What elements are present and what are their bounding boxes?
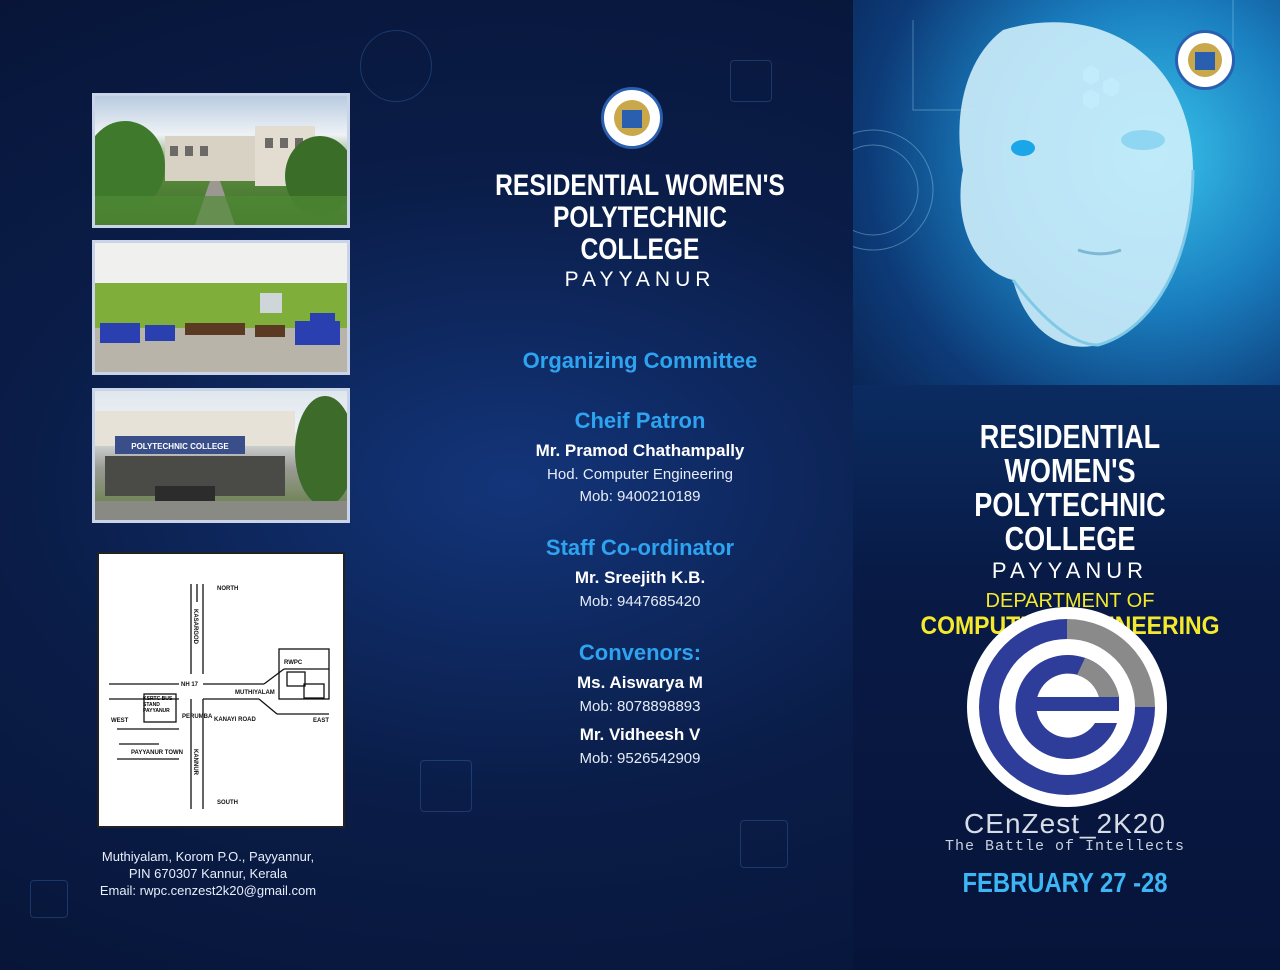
committee-section: Organizing Committee Cheif Patron Mr. Pr… — [460, 348, 820, 767]
dte-emblem-icon — [601, 87, 663, 149]
map-label-north: NORTH — [217, 586, 238, 592]
location-map: NORTH SOUTH EAST WEST KASARGOD KANNUR NH… — [97, 552, 345, 828]
map-label-south: SOUTH — [217, 800, 238, 806]
photo-campus — [92, 93, 350, 228]
map-label-rwpc: RWPC — [284, 660, 303, 666]
patron-role: Hod. Computer Engineering — [547, 466, 733, 483]
map-label-payyanur-town: PAYYANUR TOWN — [131, 750, 183, 756]
photo-signboard: POLYTECHNIC COLLEGE — [131, 442, 229, 451]
address-email: Email: rwpc.cenzest2k20@gmail.com — [99, 883, 317, 898]
staff-mobile: Mob: 9447685420 — [579, 593, 701, 610]
dte-emblem-icon — [1175, 30, 1235, 90]
decor-hex — [730, 60, 772, 102]
photo-computer-lab — [92, 240, 350, 375]
convenors-heading: Convenors: — [578, 640, 702, 665]
decor-hex — [740, 820, 788, 868]
college-place: PAYYANUR — [564, 268, 716, 291]
map-label-nh: NH 17 — [181, 682, 199, 688]
brochure: POLYTECHNIC COLLEGE NORTH SOUTH EAST WES… — [0, 0, 1280, 970]
college-name-line2: POLYTECHNIC COLLEGE — [552, 201, 728, 266]
convenor-mobile: Mob: 9526542909 — [579, 750, 701, 767]
staff-heading: Staff Co-ordinator — [545, 535, 735, 560]
cenzest-logo-icon — [965, 605, 1170, 810]
college-name-line2: POLYTECHNIC COLLEGE — [974, 486, 1166, 557]
event-name: CEnZest_2K20 — [964, 808, 1166, 839]
decor-hex — [420, 760, 472, 812]
address-block: Muthiyalam, Korom P.O., Payyannur, PIN 6… — [90, 848, 326, 899]
decor-circle — [360, 30, 432, 102]
committee-heading: Organizing Committee — [522, 348, 758, 373]
college-place: PAYYANUR — [991, 558, 1149, 583]
address-line1: Muthiyalam, Korom P.O., Payyannur, — [101, 849, 315, 864]
map-label-muthiyalam: MUTHIYALAM — [235, 690, 275, 696]
convenor-mobile: Mob: 8078898893 — [579, 698, 701, 715]
map-label-kannur: KANNUR — [192, 749, 198, 776]
patron-name: Mr. Pramod Chathampally — [535, 441, 745, 460]
college-title-center: RESIDENTIAL WOMEN'S POLYTECHNIC COLLEGE … — [460, 170, 820, 292]
address-line2: PIN 670307 Kannur, Kerala — [128, 866, 288, 881]
map-label-west: WEST — [111, 718, 129, 724]
patron-heading: Cheif Patron — [574, 408, 706, 433]
convenor-name: Mr. Vidheesh V — [579, 725, 701, 744]
college-name-line1: RESIDENTIAL WOMEN'S — [979, 418, 1161, 489]
map-label-east: EAST — [313, 718, 329, 724]
staff-name: Mr. Sreejith K.B. — [574, 568, 706, 587]
patron-mobile: Mob: 9400210189 — [579, 488, 701, 505]
decor-hex — [30, 880, 68, 918]
event-block: CEnZest_2K20 The Battle of Intellects FE… — [920, 808, 1210, 899]
map-label-kanayi: KANAYI ROAD — [214, 717, 256, 723]
convenor-name: Ms. Aiswarya M — [577, 673, 703, 692]
event-tagline: The Battle of Intellects — [944, 838, 1186, 855]
map-label-bus-stand: KSRTC BUS STAND PAYYANUR — [143, 696, 173, 714]
map-label-kasargod: KASARGOD — [192, 609, 198, 645]
college-name-line1: RESIDENTIAL WOMEN'S — [495, 169, 785, 202]
map-label-perumba: PERUMBA — [182, 714, 213, 720]
photo-college-entrance: POLYTECHNIC COLLEGE — [92, 388, 350, 523]
event-dates: FEBRUARY 27 -28 — [962, 867, 1168, 898]
